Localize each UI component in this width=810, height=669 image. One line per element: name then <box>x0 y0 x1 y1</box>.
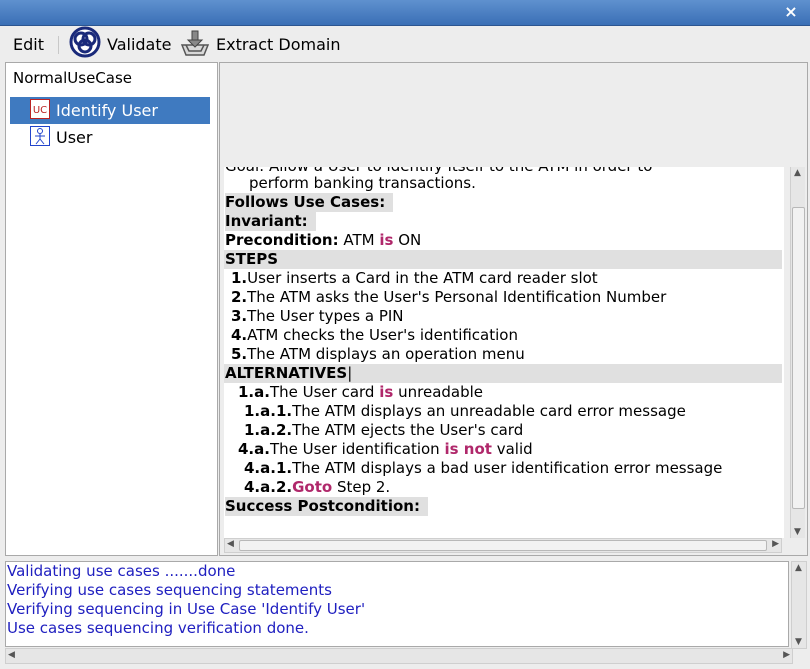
extract-domain-icon <box>180 27 210 61</box>
alt-number: 1.a. <box>238 383 270 401</box>
precondition-text: ON <box>398 231 422 249</box>
alternative-step: 1.a.1.The ATM displays an unreadable car… <box>244 402 686 421</box>
svg-text:UC: UC <box>33 105 47 116</box>
tree-item-label: User <box>56 128 93 147</box>
console-line: Verifying use cases sequencing statement… <box>7 581 332 599</box>
follows-use-cases: Follows Use Cases: <box>225 193 394 212</box>
goal-continuation: perform banking transactions. <box>249 174 476 192</box>
success-postcondition: Success Postcondition: <box>225 497 428 516</box>
step-number: 1. <box>231 269 248 287</box>
close-icon[interactable]: × <box>782 3 800 21</box>
scroll-right-icon[interactable]: ▶ <box>772 539 779 549</box>
step-text: The User types a PIN <box>247 307 404 325</box>
console-line: Validating use cases .......done <box>7 562 236 580</box>
validate-label: Validate <box>107 34 172 54</box>
precondition-label: Precondition: <box>225 231 339 249</box>
step: 2.The ATM asks the User's Personal Ident… <box>231 288 666 307</box>
alt-number: 1.a.1. <box>244 402 293 420</box>
use-case-icon: UC <box>30 98 50 123</box>
console-horizontal-scrollbar[interactable]: ◀ ▶ <box>5 648 793 664</box>
console-line: Use cases sequencing verification done. <box>7 619 309 637</box>
actor-icon <box>30 125 50 150</box>
extract-domain-label: Extract Domain <box>216 34 341 54</box>
validate-icon <box>69 26 101 62</box>
alternatives-heading: ALTERNATIVES| <box>224 364 782 383</box>
scroll-up-icon[interactable]: ▲ <box>794 168 801 178</box>
scroll-left-icon[interactable]: ◀ <box>227 539 234 549</box>
message-console[interactable]: Validating use cases .......done Verifyi… <box>5 561 789 647</box>
extract-domain-button[interactable]: Extract Domain <box>180 30 341 57</box>
alt-text: The User card <box>269 383 375 401</box>
alt-number: 4.a. <box>238 440 270 458</box>
alt-number: 4.a.1. <box>244 459 293 477</box>
alt-text: Step 2. <box>336 478 391 496</box>
toolbar: Edit Validate Extract Domain <box>0 26 810 60</box>
editor-horizontal-scrollbar[interactable]: ◀ ▶ <box>224 538 782 553</box>
alt-text: The ATM ejects the User's card <box>292 421 524 439</box>
step: 5.The ATM displays an operation menu <box>231 345 525 364</box>
scroll-down-icon[interactable]: ▼ <box>794 527 801 537</box>
step: 3.The User types a PIN <box>231 307 404 326</box>
editor-vertical-scrollbar[interactable]: ▲ ▼ <box>790 167 805 538</box>
scroll-down-icon[interactable]: ▼ <box>795 637 802 647</box>
alt-text: The ATM displays a bad user identificati… <box>292 459 723 477</box>
console-vertical-scrollbar[interactable]: ▲ ▼ <box>791 561 807 649</box>
scroll-up-icon[interactable]: ▲ <box>795 563 802 573</box>
step: 4.ATM checks the User's identification <box>231 326 518 345</box>
step-number: 2. <box>231 288 248 306</box>
step-number: 4. <box>231 326 248 344</box>
scroll-left-icon[interactable]: ◀ <box>8 650 15 660</box>
tree-item-identify-user[interactable]: UC Identify User <box>10 97 210 124</box>
invariant: Invariant: <box>225 212 316 231</box>
alt-text: The ATM displays an unreadable card erro… <box>292 402 686 420</box>
tree-item-user[interactable]: User <box>10 124 210 151</box>
edit-menu[interactable]: Edit <box>13 31 44 57</box>
scroll-right-icon[interactable]: ▶ <box>783 650 790 660</box>
step-text: ATM checks the User's identification <box>247 326 518 344</box>
alt-text: unreadable <box>398 383 484 401</box>
tree-root-label: NormalUseCase <box>13 69 133 87</box>
alt-text: valid <box>496 440 533 458</box>
alternative: 1.a.The User card is unreadable <box>238 383 483 402</box>
step-text: User inserts a Card in the ATM card read… <box>247 269 598 287</box>
toolbar-separator <box>58 36 59 54</box>
scroll-thumb[interactable] <box>792 207 805 509</box>
alternatives-label: ALTERNATIVES <box>225 364 348 382</box>
use-case-editor[interactable]: Goal: Allow a User to identify itself to… <box>224 167 784 538</box>
keyword: is <box>379 231 394 249</box>
alternative-step: 4.a.2.Goto Step 2. <box>244 478 390 497</box>
alt-text: The User identification <box>269 440 440 458</box>
step-number: 3. <box>231 307 248 325</box>
alternative-step: 4.a.1.The ATM displays a bad user identi… <box>244 459 722 478</box>
console-line: Verifying sequencing in Use Case 'Identi… <box>7 600 366 618</box>
tree-item-label: Identify User <box>56 101 158 120</box>
step: 1.User inserts a Card in the ATM card re… <box>231 269 598 288</box>
edit-menu-label: Edit <box>13 34 44 54</box>
alt-number: 1.a.2. <box>244 421 293 439</box>
step-number: 5. <box>231 345 248 363</box>
editor-panel: Goal: Allow a User to identify itself to… <box>219 62 808 556</box>
window-title-bar: × <box>0 0 810 26</box>
use-case-tree[interactable]: NormalUseCase UC Identify User User <box>5 62 218 556</box>
precondition-line: Precondition: ATM is ON <box>225 231 421 250</box>
step-text: The ATM asks the User's Personal Identif… <box>247 288 667 306</box>
scroll-thumb[interactable] <box>239 540 767 551</box>
step-text: The ATM displays an operation menu <box>247 345 525 363</box>
keyword: is not <box>444 440 492 458</box>
precondition-text: ATM <box>343 231 375 249</box>
keyword: is <box>379 383 394 401</box>
alternative: 4.a.The User identification is not valid <box>238 440 533 459</box>
validate-button[interactable]: Validate <box>69 26 172 58</box>
alternative-step: 1.a.2.The ATM ejects the User's card <box>244 421 523 440</box>
keyword: Goto <box>292 478 333 496</box>
alt-number: 4.a.2. <box>244 478 293 496</box>
steps-heading: STEPS <box>224 250 782 269</box>
